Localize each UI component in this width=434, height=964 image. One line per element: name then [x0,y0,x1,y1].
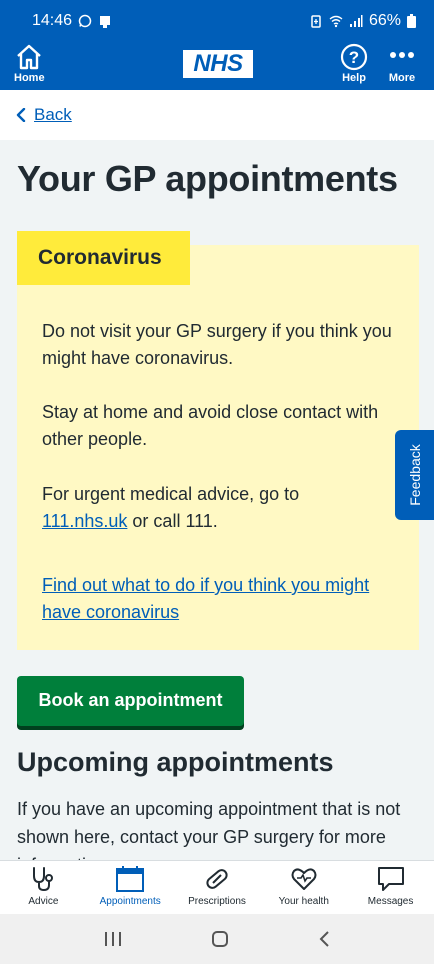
feedback-tab[interactable]: Feedback [395,430,434,520]
chevron-left-icon[interactable] [16,108,26,122]
coronavirus-info-link[interactable]: Find out what to do if you think you mig… [42,572,372,626]
back-nav-icon[interactable] [318,930,330,948]
pill-icon [206,869,228,889]
whatsapp-icon [78,14,92,28]
upcoming-appointments-heading: Upcoming appointments [17,747,334,777]
notification-icon [100,16,111,28]
page-title: Your GP appointments [17,158,398,199]
help-icon: ? [340,43,368,71]
nhs-logo: NHS [183,50,253,78]
urgent-advice-text: For urgent medical advice, go to [42,484,300,504]
more-label: More [388,72,416,84]
back-bar: Back [0,90,434,140]
nav-messages-label: Messages [367,896,414,907]
care-card-heading: Coronavirus [17,231,190,285]
nav-messages[interactable]: Messages [347,861,434,914]
app-bar: Home NHS ? Help More [0,42,434,90]
battery-saver-icon [311,15,321,28]
wifi-icon [329,15,343,28]
message-icon [377,867,404,891]
more-button[interactable]: More [388,42,416,84]
nav-advice-label: Advice [28,896,59,907]
nav-appointments-label: Appointments [99,896,161,907]
book-appointment-button[interactable]: Book an appointment [17,676,244,726]
stethoscope-icon [33,867,54,892]
nav-prescriptions[interactable]: Prescriptions [174,861,261,914]
nav-your-health-label: Your health [278,896,329,907]
home-button[interactable]: Home [14,42,45,84]
signal-icon [349,15,363,27]
call-111-text: or call 111. [132,511,218,531]
heart-icon [291,868,317,890]
care-card-paragraph-3: For urgent medical advice, go to 111.nhs… [42,481,402,535]
status-time: 14:46 [32,12,73,29]
nav-prescriptions-label: Prescriptions [188,896,246,907]
home-icon [17,44,42,70]
home-nav-icon[interactable] [211,930,229,948]
back-link[interactable]: Back [34,105,72,125]
care-card-paragraph-1: Do not visit your GP surgery if you thin… [42,321,392,368]
nhs-111-link[interactable]: 111.nhs.uk [42,511,127,531]
recent-apps-icon[interactable] [104,931,122,947]
nav-your-health[interactable]: Your health [260,861,347,914]
help-label: Help [342,72,366,84]
nav-appointments[interactable]: Appointments [87,861,174,914]
svg-text:?: ? [349,48,359,67]
calendar-icon [116,866,145,892]
feedback-label: Feedback [406,444,423,506]
care-card-paragraph-2: Stay at home and avoid close contact wit… [42,402,379,449]
home-label: Home [14,72,45,84]
bottom-navigation: Advice Appointments Prescriptions Your h… [0,860,434,914]
nav-advice[interactable]: Advice [0,861,87,914]
status-bar: 14:46 66% [0,0,434,42]
more-icon [390,52,414,58]
help-button[interactable]: ? Help [340,42,368,84]
battery-icon [407,14,416,28]
battery-percent: 66% [368,12,401,29]
system-navigation-bar [0,914,434,964]
